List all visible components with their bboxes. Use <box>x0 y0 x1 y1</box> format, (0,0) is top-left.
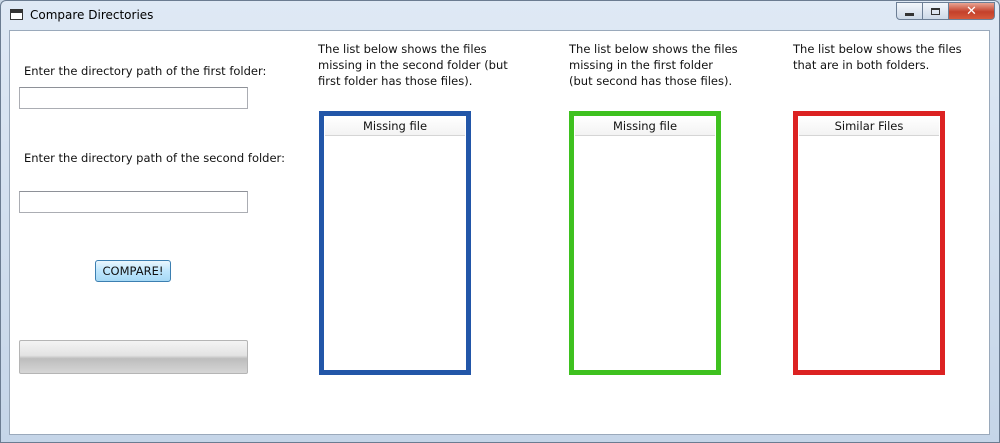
missing-in-first-list[interactable]: Missing file <box>569 111 721 375</box>
similar-files-list[interactable]: Similar Files <box>793 111 945 375</box>
window-title: Compare Directories <box>30 8 154 22</box>
missing-in-first-description: The list below shows the files missing i… <box>569 42 738 88</box>
window-icon <box>10 9 23 20</box>
app-window: Compare Directories ✕ Enter the director… <box>0 0 1000 443</box>
close-icon: ✕ <box>966 3 977 19</box>
caption-buttons: ✕ <box>896 2 995 21</box>
title-bar[interactable]: Compare Directories ✕ <box>1 1 999 29</box>
maximize-button[interactable] <box>923 2 949 20</box>
close-button[interactable]: ✕ <box>949 2 995 20</box>
missing-in-second-header[interactable]: Missing file <box>325 117 465 136</box>
first-folder-label: Enter the directory path of the first fo… <box>24 64 267 78</box>
second-folder-input[interactable] <box>19 191 248 213</box>
first-folder-input[interactable] <box>19 87 248 109</box>
similar-files-header[interactable]: Similar Files <box>799 117 939 136</box>
missing-in-second-description: The list below shows the files missing i… <box>318 42 508 88</box>
minimize-button[interactable] <box>896 2 923 20</box>
client-area: Enter the directory path of the first fo… <box>9 30 990 435</box>
second-folder-label: Enter the directory path of the second f… <box>24 151 285 165</box>
maximize-icon <box>931 7 940 15</box>
compare-progress-bar <box>19 340 248 374</box>
compare-button[interactable]: COMPARE! <box>95 260 171 282</box>
missing-in-first-header[interactable]: Missing file <box>575 117 715 136</box>
minimize-icon <box>905 12 914 16</box>
missing-in-second-list[interactable]: Missing file <box>319 111 471 375</box>
similar-files-description: The list below shows the files that are … <box>793 42 962 72</box>
